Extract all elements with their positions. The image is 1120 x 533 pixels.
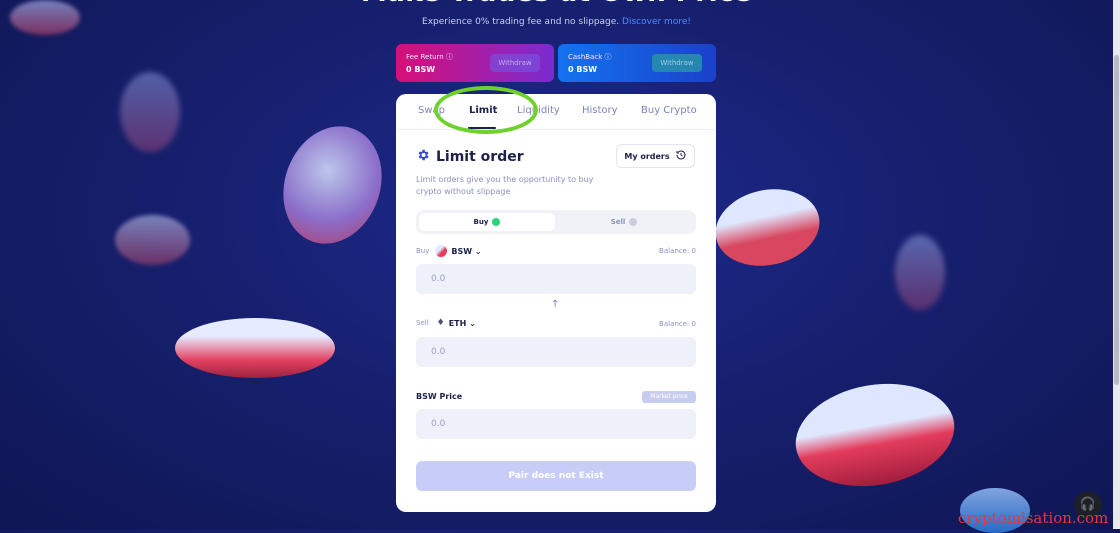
sell-token-row: Sell ♦ ETH ⌄ [416, 318, 476, 328]
sell-token-symbol: ETH [448, 318, 467, 328]
buy-token-selector[interactable]: BSW ⌄ [451, 247, 481, 256]
my-orders-button[interactable]: My orders [616, 144, 695, 168]
decorative-coin [120, 72, 180, 152]
tab-history[interactable]: History [582, 105, 618, 116]
market-price-button[interactable]: Market price [642, 391, 696, 403]
sell-toggle-label: Sell [610, 218, 626, 226]
eth-token-icon: ♦ [436, 318, 445, 328]
watermark: cryptomisation.com [958, 509, 1109, 527]
fee-return-card: Fee Return ⓘ 0 BSW Withdraw [396, 44, 554, 82]
arrow-up-icon[interactable]: ↑ [551, 299, 559, 310]
highlight-annotation [434, 86, 538, 134]
price-input[interactable]: 0.0 [416, 409, 696, 439]
bsw-token-icon [435, 245, 448, 257]
buy-token-symbol: BSW [451, 246, 473, 256]
decorative-coin [267, 112, 398, 258]
subheadline-text: Experience 0% trading fee and no slippag… [422, 17, 620, 27]
bsw-price-label: BSW Price [416, 392, 463, 401]
history-clock-icon [675, 149, 687, 163]
sell-row-label: Sell [416, 319, 429, 327]
decorative-coin [895, 235, 945, 310]
buy-amount-input[interactable]: 0.0 [416, 264, 696, 294]
sell-amount-input[interactable]: 0.0 [416, 337, 696, 367]
decorative-coin [708, 179, 827, 276]
fee-return-withdraw-button[interactable]: Withdraw [490, 54, 540, 72]
limit-order-header: Limit order [416, 147, 524, 166]
limit-order-title: Limit order [436, 148, 524, 165]
buy-token-row: Buy BSW ⌄ [416, 245, 482, 257]
buy-sell-toggle: Buy Sell [416, 210, 696, 234]
submit-order-button[interactable]: Pair does not Exist [416, 461, 696, 491]
decorative-coin [175, 318, 335, 378]
page-subheadline: Experience 0% trading fee and no slippag… [0, 17, 1113, 27]
page-headline: Make Trades at Own Price [0, 0, 1113, 8]
sell-indicator-icon [629, 218, 638, 226]
buy-balance: Balance: 0 [659, 247, 696, 255]
cashback-card: CashBack ⓘ 0 BSW Withdraw [558, 44, 716, 82]
sell-balance: Balance: 0 [659, 320, 696, 328]
tab-buy-crypto[interactable]: Buy Crypto [641, 105, 697, 116]
gear-icon[interactable] [416, 147, 430, 166]
trade-panel: Swap Limit Liquidity History Buy Crypto … [396, 94, 716, 512]
my-orders-label: My orders [624, 151, 670, 161]
scrollbar-thumb[interactable] [1114, 55, 1119, 385]
cashback-withdraw-button[interactable]: Withdraw [652, 54, 702, 72]
decorative-coin [787, 371, 963, 499]
sell-toggle-option[interactable]: Sell [556, 213, 692, 231]
sell-token-selector[interactable]: ETH ⌄ [449, 319, 476, 328]
buy-toggle-label: Buy [473, 218, 489, 226]
discover-more-link[interactable]: Discover more! [622, 17, 691, 27]
page-scrollbar[interactable] [1113, 0, 1120, 529]
buy-row-label: Buy [416, 247, 430, 255]
buy-indicator-icon [492, 218, 501, 226]
decorative-coin [115, 215, 190, 265]
limit-order-description: Limit orders give you the opportunity to… [416, 175, 594, 196]
buy-toggle-option[interactable]: Buy [419, 213, 555, 231]
